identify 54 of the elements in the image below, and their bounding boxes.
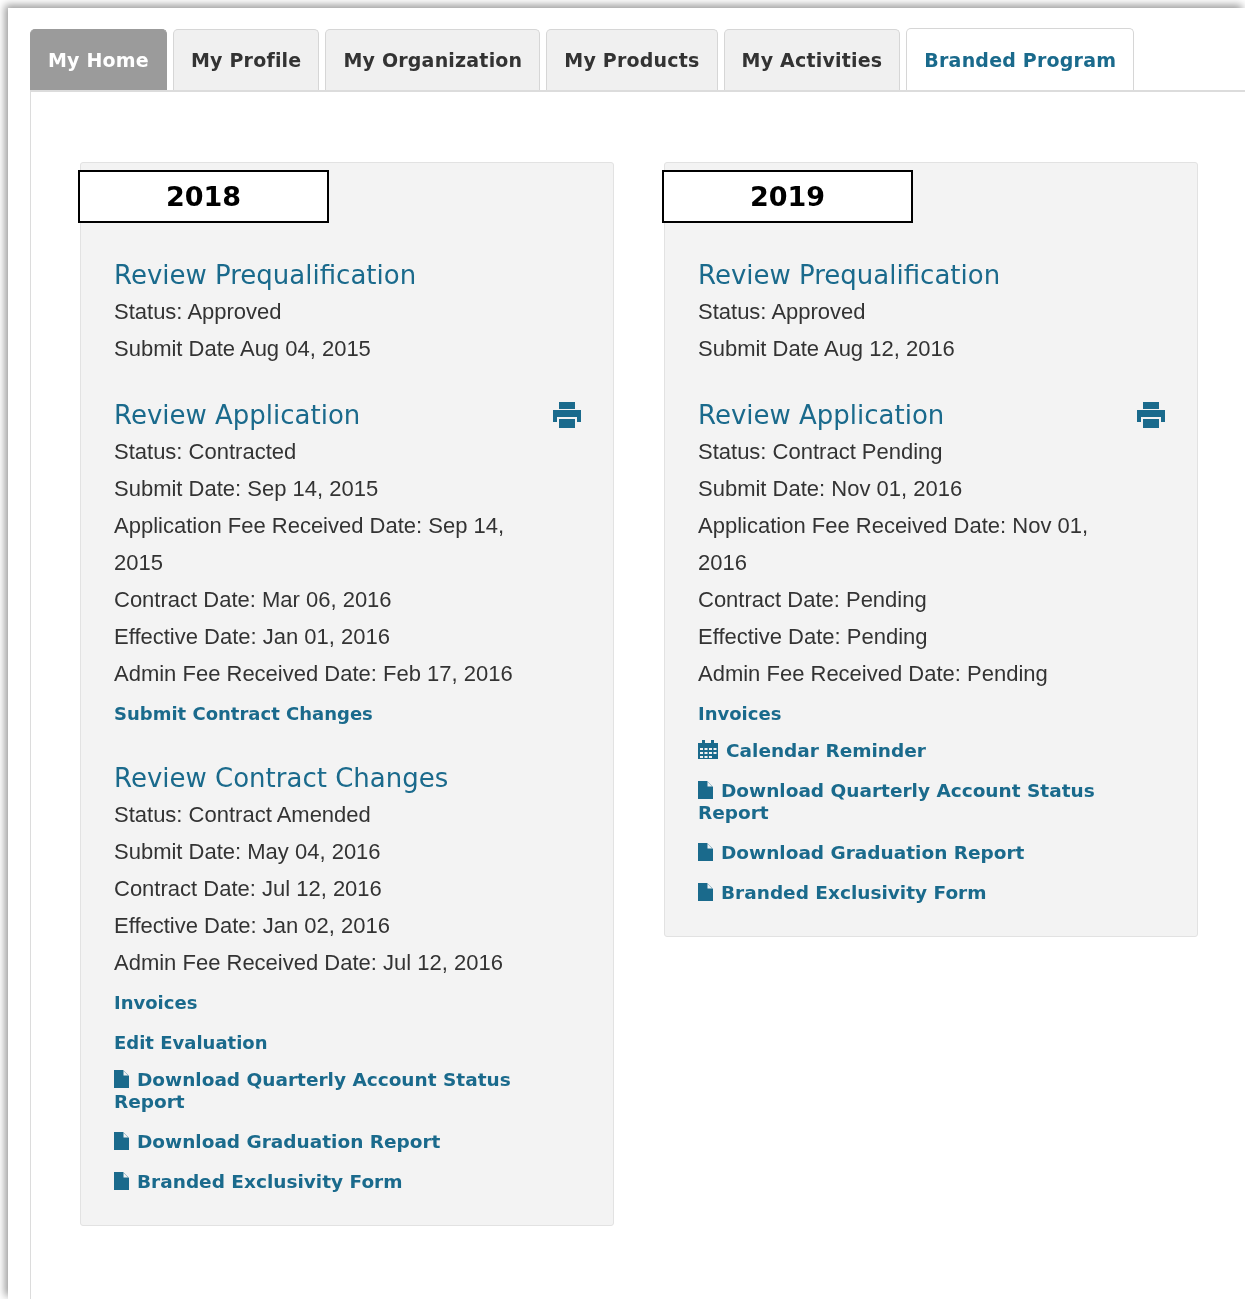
tab[interactable]: My Organization xyxy=(325,29,541,90)
download-link[interactable]: Download Graduation Report xyxy=(114,1131,554,1153)
file-icon xyxy=(698,883,713,901)
status-line: Status: Contracted xyxy=(114,438,298,466)
section-title[interactable]: Review Application xyxy=(698,397,945,433)
year-label: 2018 xyxy=(78,170,329,223)
status-line: Submit Date: May 04, 2016 xyxy=(114,838,382,866)
status-line: Submit Date Aug 04, 2015 xyxy=(114,335,372,363)
section-title[interactable]: Review Contract Changes xyxy=(114,760,449,796)
status-line: Contract Date: Mar 06, 2016 xyxy=(114,586,393,614)
tab[interactable]: My Profile xyxy=(172,29,320,90)
status-line: Submit Date Aug 12, 2016 xyxy=(698,335,956,363)
status-line: Admin Fee Received Date: Jul 12, 2016 xyxy=(114,949,504,977)
status-line: Contract Date: Jul 12, 2016 xyxy=(114,875,383,903)
download-link[interactable]: Branded Exclusivity Form xyxy=(114,1171,554,1193)
section-title[interactable]: Review Application xyxy=(114,397,361,433)
download-link[interactable]: Download Graduation Report xyxy=(698,842,1138,864)
tab[interactable]: My Products xyxy=(546,29,718,90)
file-icon xyxy=(114,1172,129,1190)
status-line: Admin Fee Received Date: Pending xyxy=(698,660,1049,688)
status-line: Application Fee Received Date: Nov 01, 2016 xyxy=(698,512,1090,577)
download-link[interactable]: Download Quarterly Account Status Report xyxy=(698,780,1138,824)
tab[interactable]: My Home xyxy=(30,29,167,90)
file-icon xyxy=(114,1132,129,1150)
printer-icon[interactable] xyxy=(551,401,583,429)
tab[interactable]: My Activities xyxy=(723,29,901,90)
download-link[interactable]: Calendar Reminder xyxy=(698,740,1138,762)
status-line: Application Fee Received Date: Sep 14, 2015 xyxy=(114,512,506,577)
calendar-icon xyxy=(698,740,718,759)
file-icon xyxy=(698,781,713,799)
year-label: 2019 xyxy=(662,170,913,223)
action-link[interactable]: Invoices xyxy=(114,987,554,1019)
status-line: Effective Date: Pending xyxy=(698,623,929,651)
status-line: Status: Contract Pending xyxy=(698,438,944,466)
tab[interactable]: Branded Program xyxy=(906,28,1135,90)
file-icon xyxy=(114,1070,129,1088)
status-line: Submit Date: Nov 01, 2016 xyxy=(698,475,964,503)
file-icon xyxy=(698,843,713,861)
status-line: Effective Date: Jan 02, 2016 xyxy=(114,912,391,940)
printer-icon[interactable] xyxy=(1135,401,1167,429)
download-link[interactable]: Branded Exclusivity Form xyxy=(698,882,1138,904)
section-title[interactable]: Review Prequalification xyxy=(114,257,417,293)
status-line: Submit Date: Sep 14, 2015 xyxy=(114,475,380,503)
action-link[interactable]: Invoices xyxy=(698,698,1138,730)
status-line: Contract Date: Pending xyxy=(698,586,928,614)
action-link[interactable]: Submit Contract Changes xyxy=(114,698,554,730)
status-line: Status: Contract Amended xyxy=(114,801,372,829)
status-line: Status: Approved xyxy=(114,298,283,326)
action-link[interactable]: Edit Evaluation xyxy=(114,1027,554,1059)
section-title[interactable]: Review Prequalification xyxy=(698,257,1001,293)
status-line: Admin Fee Received Date: Feb 17, 2016 xyxy=(114,660,514,688)
status-line: Effective Date: Jan 01, 2016 xyxy=(114,623,391,651)
download-link[interactable]: Download Quarterly Account Status Report xyxy=(114,1069,554,1113)
status-line: Status: Approved xyxy=(698,298,867,326)
